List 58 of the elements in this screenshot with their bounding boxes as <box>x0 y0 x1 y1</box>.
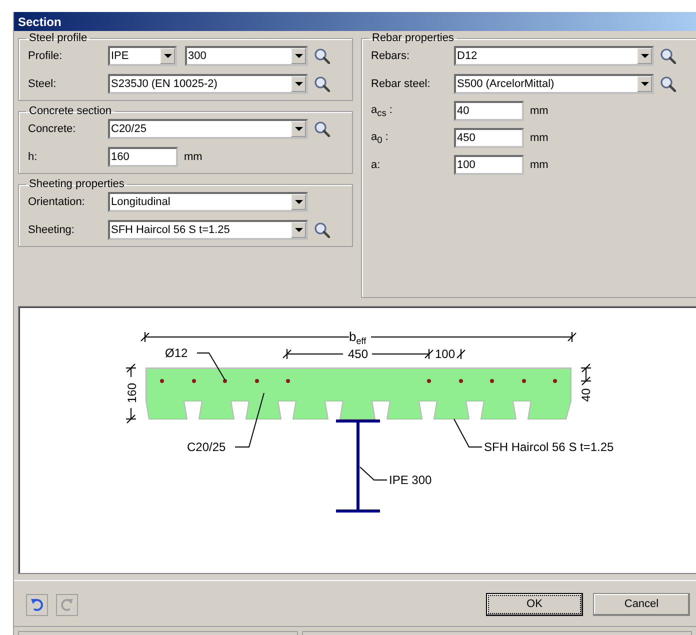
window-title: Section <box>18 14 62 28</box>
dimension-label: b$_{eff}$ <box>349 329 366 346</box>
group-title: Sheeting properties <box>28 178 126 190</box>
input-field[interactable]: 450 <box>454 128 524 148</box>
cancel-button[interactable]: Cancel <box>593 593 690 616</box>
field-label: Concrete: <box>28 123 77 135</box>
field-label: Sheeting: <box>28 224 76 236</box>
group-title: Rebar properties <box>371 32 455 44</box>
undo-button[interactable] <box>26 594 48 616</box>
field-label: h: <box>28 151 38 163</box>
dimension-line <box>126 364 136 424</box>
field-label: a$_{0}$ : <box>371 130 390 146</box>
search-icon[interactable] <box>660 48 676 64</box>
group-title: Steel profile <box>28 32 88 44</box>
dropdown[interactable]: SFH Haircol 56 S t=1.25 <box>108 220 308 240</box>
field-label: a: <box>371 159 382 171</box>
dimension-line <box>456 348 466 360</box>
dropdown[interactable]: C20/25 <box>108 119 308 139</box>
leader-line <box>454 418 482 448</box>
field-label: Rebar steel: <box>371 78 432 90</box>
search-icon[interactable] <box>660 76 676 92</box>
dimension-label: 450 <box>348 347 368 361</box>
dropdown[interactable]: D12 <box>454 46 654 66</box>
field-label: Orientation: <box>28 196 86 208</box>
profile-label: IPE 300 <box>389 473 432 487</box>
sheeting-label: SFH Haircol 56 S t=1.25 <box>484 440 614 454</box>
unit-label: mm <box>530 105 548 117</box>
undo-icon[interactable] <box>30 598 44 612</box>
group-title: Concrete section <box>28 105 113 117</box>
concrete-label: C20/25 <box>187 440 226 454</box>
dropdown[interactable]: IPE <box>108 46 177 66</box>
dropdown[interactable]: S500 (ArcelorMittal) <box>454 74 654 94</box>
leader-line <box>234 392 264 448</box>
unit-label: mm <box>530 159 548 171</box>
dimension-line <box>580 364 592 386</box>
bar-label: Ø12 <box>165 346 188 360</box>
search-icon[interactable] <box>314 121 330 137</box>
dimension-label: 160 <box>125 382 139 404</box>
dropdown[interactable]: 300 <box>185 46 308 66</box>
dimension-label: 40 <box>579 388 593 402</box>
input-field[interactable]: 160 <box>108 147 178 167</box>
search-icon[interactable] <box>314 48 330 64</box>
search-icon[interactable] <box>314 76 330 92</box>
unit-label: mm <box>184 151 202 163</box>
field-label: Steel: <box>28 78 58 90</box>
ok-button[interactable]: OK <box>486 593 583 616</box>
leader-line <box>196 352 226 380</box>
unit-label: mm <box>530 132 548 144</box>
search-icon[interactable] <box>314 222 330 238</box>
input-field[interactable]: 100 <box>454 155 524 175</box>
field-label: a$_{cs}$ : <box>371 104 394 118</box>
leader-line <box>360 466 388 480</box>
field-label: Profile: <box>28 50 64 62</box>
field-label: Rebars: <box>371 50 411 62</box>
input-field[interactable]: 40 <box>454 101 524 121</box>
dropdown[interactable]: Longitudinal <box>108 192 308 212</box>
dimension-label: 100 <box>434 347 456 361</box>
dropdown[interactable]: S235J0 (EN 10025-2) <box>108 74 308 94</box>
